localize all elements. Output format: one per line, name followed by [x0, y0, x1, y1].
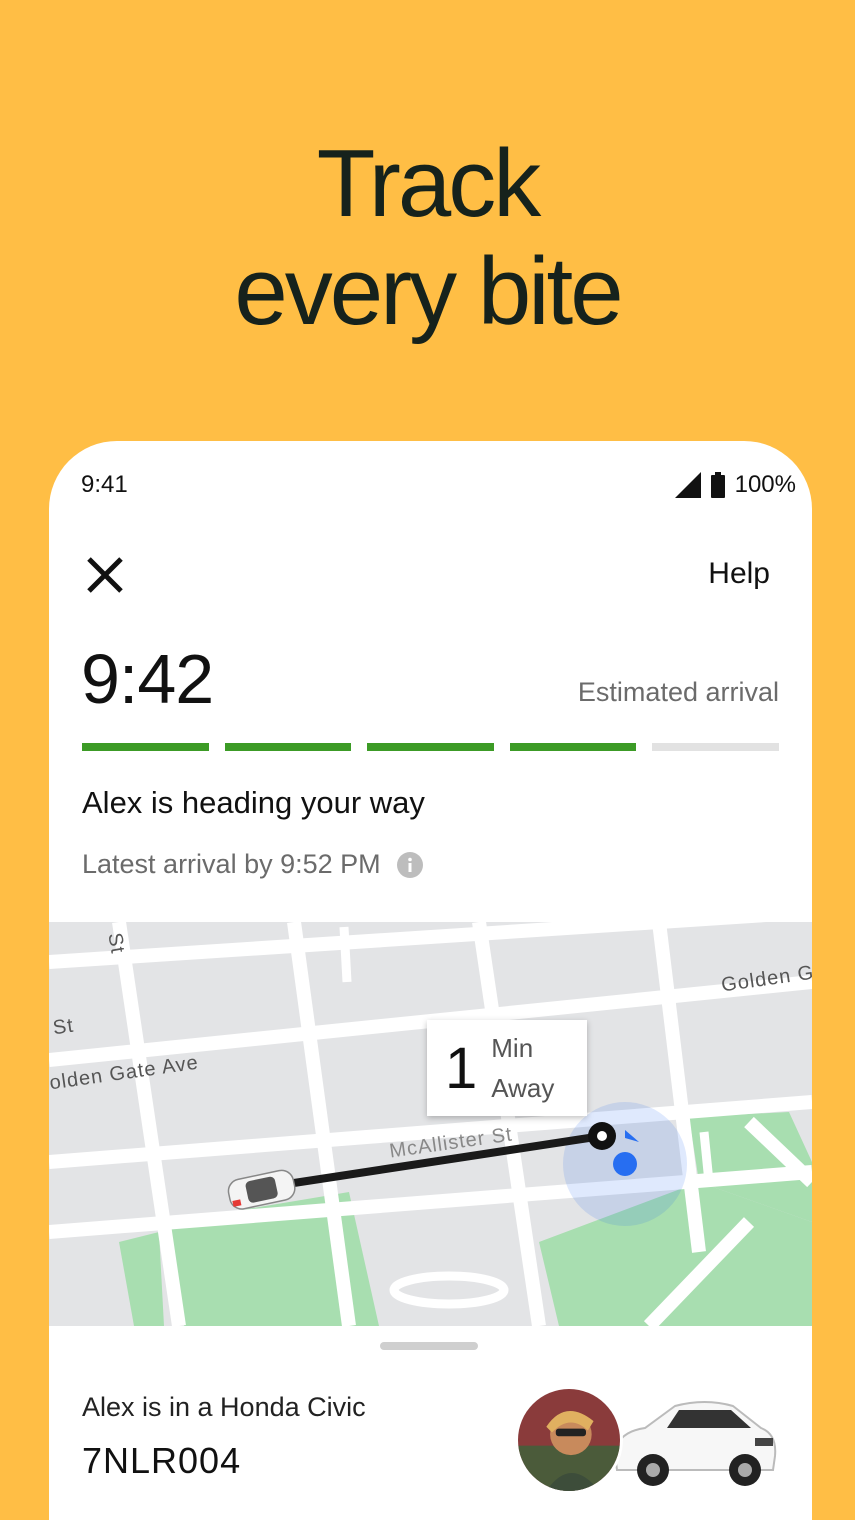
headline-line-2: every bite	[234, 238, 623, 345]
phone-screen: 9:41 100% Help 9:42 Estimated arrival Al…	[49, 441, 812, 1520]
delivery-progress-bar	[82, 743, 779, 751]
close-icon[interactable]	[83, 553, 127, 597]
trip-heading: Alex is heading your way	[82, 785, 425, 820]
progress-segment	[224, 743, 352, 751]
eta-time: 9:42	[81, 640, 214, 718]
progress-segment	[82, 743, 209, 751]
headline-line-1: Track	[316, 130, 541, 237]
signal-icon	[674, 472, 701, 498]
road-minor	[699, 1131, 714, 1183]
sheet-drag-handle[interactable]	[380, 1342, 478, 1350]
eta-bubble-unit: Min Away	[491, 1028, 554, 1108]
street-label: St	[103, 931, 129, 956]
live-map[interactable]: olden Gate Ave McAllister St Golden G St…	[49, 922, 812, 1326]
status-time: 9:41	[81, 471, 128, 498]
eta-bubble: 1 Min Away	[427, 1020, 587, 1116]
eta-bubble-unit-line1: Min	[491, 1033, 534, 1063]
progress-segment	[367, 743, 494, 751]
eta-bubble-unit-line2: Away	[491, 1073, 555, 1103]
eta-label: Estimated arrival	[577, 677, 779, 707]
promo-headline: Track every bite	[0, 130, 855, 346]
user-location-dot	[613, 1152, 637, 1176]
status-indicators: 100%	[674, 471, 796, 499]
map-canvas	[49, 922, 812, 1326]
eta-bubble-number: 1	[445, 1035, 478, 1101]
battery-percent: 100%	[734, 471, 796, 498]
driver-avatar	[515, 1386, 623, 1494]
latest-arrival-text: Latest arrival by 9:52 PM	[82, 849, 381, 879]
street-label: St	[51, 1014, 76, 1040]
info-icon[interactable]	[396, 851, 423, 878]
car-photo	[613, 1401, 777, 1486]
license-plate: 7NLR004	[82, 1440, 242, 1481]
driver-sheet[interactable]: Alex is in a Honda Civic 7NLR004	[49, 1326, 812, 1520]
help-button[interactable]: Help	[708, 557, 770, 591]
progress-segment	[509, 743, 637, 751]
latest-arrival: Latest arrival by 9:52 PM	[82, 849, 423, 880]
battery-icon	[710, 472, 725, 498]
vehicle-description: Alex is in a Honda Civic	[82, 1392, 366, 1422]
road-minor	[339, 926, 352, 983]
progress-segment	[652, 743, 779, 751]
